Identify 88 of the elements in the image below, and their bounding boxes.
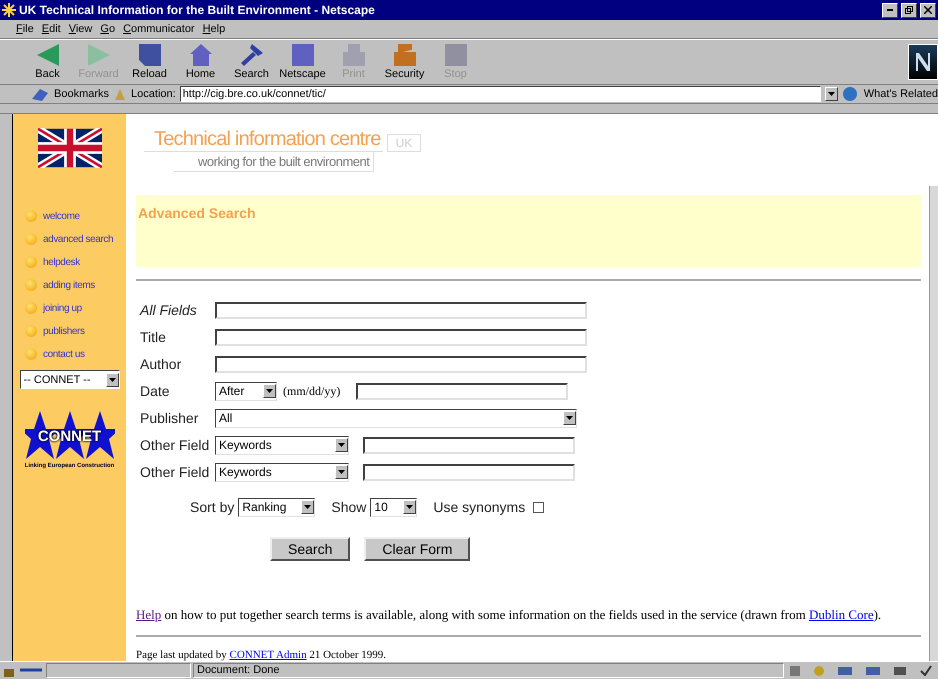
menu-item[interactable]: View — [68, 23, 92, 35]
admin-link[interactable]: CONNET Admin — [229, 649, 307, 661]
show-select[interactable]: 10 — [370, 498, 418, 516]
menu-item[interactable]: File — [16, 23, 34, 35]
printer-icon — [342, 44, 364, 66]
text-field[interactable] — [215, 302, 587, 318]
field-label: Date — [140, 383, 171, 399]
synonyms-checkbox[interactable] — [533, 502, 544, 512]
text-field[interactable] — [363, 436, 575, 454]
sort-label: Sort by — [190, 499, 234, 515]
padlock-icon — [394, 44, 416, 66]
field-select[interactable]: Keywords — [215, 462, 349, 482]
sidebar-link[interactable]: joining up — [25, 300, 126, 316]
toolbar-button[interactable]: Back — [22, 44, 73, 80]
dropdown-arrow-icon — [304, 505, 312, 509]
dropdown-arrow-icon — [266, 389, 273, 393]
close-icon — [924, 6, 932, 14]
restore-icon — [905, 6, 913, 14]
help-text: Help on how to put together search terms is available, along with some information on the fields used in the service (drawn from Dublin Core). — [136, 607, 882, 623]
bookmark-icon — [30, 87, 50, 101]
sort-select[interactable]: Ranking — [238, 498, 316, 516]
site-select[interactable]: -- CONNET -- — [20, 370, 120, 389]
date-select[interactable]: After — [215, 382, 277, 400]
netscape-logo — [908, 44, 938, 80]
toolbar-button[interactable]: Netscape — [277, 44, 328, 80]
show-label: Show — [331, 499, 366, 515]
field-label: Publisher — [140, 410, 200, 426]
checkmark-icon — [920, 665, 932, 676]
window-title: UK Technical Information for the Built Environment - Netscape — [19, 3, 376, 17]
whats-related-button[interactable]: What's Related — [864, 88, 938, 100]
clear-form-button[interactable]: Clear Form — [364, 537, 470, 561]
field-select[interactable]: Keywords — [215, 436, 349, 454]
url-field[interactable]: http://cig.bre.co.uk/connet/tic/ — [180, 86, 821, 102]
field-label: Other Field — [140, 464, 210, 480]
dropdown-arrow-icon — [566, 416, 573, 420]
minimize-icon — [887, 9, 893, 11]
text-field[interactable] — [363, 464, 575, 480]
sidebar-link[interactable]: welcome — [25, 208, 126, 224]
restore-button[interactable] — [901, 2, 917, 18]
flag-icon — [38, 128, 102, 168]
date-format-hint: (mm/dd/yy) — [283, 384, 340, 398]
dropdown-arrow-icon — [828, 92, 835, 96]
date-field[interactable] — [356, 382, 568, 400]
dublin-core-link[interactable]: Dublin Core — [808, 607, 874, 622]
sidebar-link[interactable]: publishers — [25, 323, 126, 339]
publisher-select[interactable]: All — [215, 408, 577, 428]
sidebar-link[interactable]: contact us — [25, 346, 126, 362]
toolbar-button[interactable]: Home — [175, 44, 226, 80]
text-field[interactable] — [215, 356, 587, 372]
menu-item[interactable]: Help — [202, 23, 226, 35]
dropdown-arrow-icon — [338, 470, 345, 474]
bookmarks-button[interactable]: Bookmarks — [54, 88, 110, 100]
field-label: Other Field — [140, 437, 210, 453]
menu-item[interactable]: Edit — [42, 23, 61, 35]
field-label: All Fields — [140, 302, 198, 318]
field-label: Author — [140, 356, 182, 372]
forward-arrow-icon — [88, 44, 110, 66]
home-icon — [190, 44, 212, 66]
menu-item[interactable]: Go — [100, 23, 116, 35]
url-dropdown-button[interactable] — [824, 87, 838, 101]
dropdown-arrow-icon — [406, 505, 414, 509]
text-field[interactable] — [215, 328, 587, 346]
globe-icon — [842, 86, 860, 102]
synonyms-label: Use synonyms — [433, 499, 526, 515]
page-heading: Advanced Search — [138, 205, 256, 222]
sidebar-link[interactable]: adding items — [25, 277, 126, 293]
sidebar-link[interactable]: advanced search — [25, 231, 126, 247]
dropdown-arrow-icon — [108, 378, 116, 382]
back-arrow-icon — [36, 44, 58, 66]
minimize-button[interactable] — [882, 2, 898, 18]
menu-item[interactable]: Communicator — [123, 23, 195, 35]
field-label: Title — [140, 329, 167, 345]
app-icon — [2, 3, 16, 17]
search-icon — [240, 44, 262, 66]
last-updated-text: Page last updated by CONNET Admin 21 October 1999. — [136, 649, 388, 661]
toolbar-button[interactable]: Search — [226, 44, 277, 80]
location-label: Location: — [131, 88, 176, 100]
dropdown-arrow-icon — [338, 443, 345, 447]
scrollbar[interactable] — [929, 186, 938, 661]
toolbar-button[interactable]: Security — [379, 44, 430, 80]
site-title: Technical information centre — [144, 128, 383, 152]
status-text: Document: Done — [193, 663, 784, 678]
search-button[interactable]: Search — [270, 537, 350, 561]
sidebar-link[interactable]: helpdesk — [25, 254, 126, 270]
close-button[interactable] — [920, 2, 936, 18]
help-link[interactable]: Help — [136, 607, 162, 622]
site-subtitle: working for the built environment — [174, 152, 374, 172]
toolbar-button[interactable]: Reload — [124, 44, 175, 80]
